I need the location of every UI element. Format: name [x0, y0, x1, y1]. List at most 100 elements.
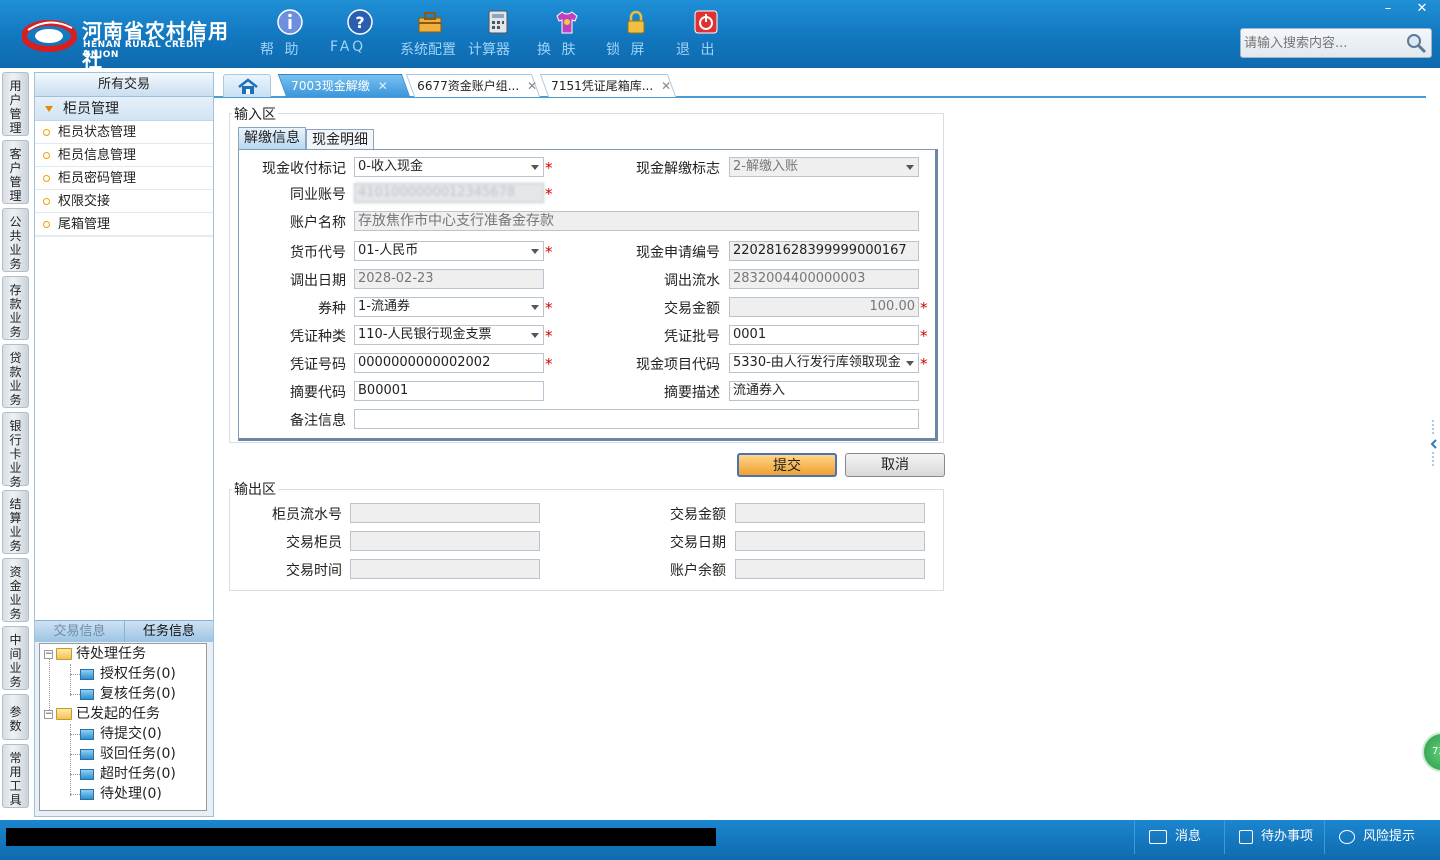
- info-icon: [277, 9, 303, 35]
- close-tab-icon[interactable]: ✕: [527, 79, 537, 93]
- tree-node-todo[interactable]: 待处理(0): [80, 784, 162, 804]
- close-window-button[interactable]: ✕: [1406, 0, 1438, 18]
- collapse-icon[interactable]: −: [44, 649, 53, 659]
- category-public-business[interactable]: 公共业务: [2, 208, 29, 272]
- task-icon: [80, 788, 94, 800]
- minimize-button[interactable]: –: [1372, 0, 1404, 18]
- note-type-select[interactable]: 1-流通券: [354, 297, 544, 317]
- search-icon[interactable]: [1405, 32, 1427, 54]
- tree-node-pending[interactable]: − 待处理任务: [44, 644, 146, 664]
- exit-button[interactable]: 退 出: [676, 8, 736, 58]
- tab-trade-info[interactable]: 交易信息: [35, 621, 124, 642]
- voucher-batch-label: 凭证批号: [664, 329, 720, 345]
- task-icon: [80, 668, 94, 680]
- tab-voucher-tail-box[interactable]: 7151凭证尾箱库... ✕: [539, 74, 677, 97]
- tab-task-info[interactable]: 任务信息: [124, 621, 213, 642]
- tree-node-rejected[interactable]: 驳回任务(0): [80, 744, 176, 764]
- tree-node-auth[interactable]: 授权任务(0): [80, 664, 176, 684]
- tree-line: [70, 734, 80, 735]
- menu-item-teller-status[interactable]: 柜员状态管理: [35, 121, 213, 144]
- balance-label: 账户余额: [670, 563, 726, 579]
- menu-item-label: 柜员密码管理: [58, 171, 137, 186]
- tree-node-to-submit[interactable]: 待提交(0): [80, 724, 162, 744]
- subtab-cash-detail[interactable]: 现金明细: [306, 129, 374, 149]
- calculator-button[interactable]: 计算器: [468, 8, 528, 58]
- apply-no-label: 现金申请编号: [636, 245, 720, 261]
- submit-button[interactable]: 提交: [737, 453, 837, 477]
- category-label: 资金业务: [9, 565, 22, 621]
- category-loan[interactable]: 贷款业务: [2, 344, 29, 408]
- collapse-icon[interactable]: −: [44, 709, 53, 719]
- voucher-type-select[interactable]: 110-人民银行现金支票: [354, 325, 544, 345]
- settle-flag-label: 现金解缴标志: [636, 161, 720, 177]
- category-common-tools[interactable]: 常用工具: [2, 744, 29, 808]
- checkbox-icon: [1239, 829, 1253, 844]
- category-parameters[interactable]: 参数: [2, 694, 29, 740]
- group-teller-management[interactable]: 柜员管理: [35, 97, 213, 121]
- menu-item-teller-info[interactable]: 柜员信息管理: [35, 144, 213, 167]
- category-deposit[interactable]: 存款业务: [2, 276, 29, 340]
- required-mark: *: [545, 243, 553, 261]
- task-icon: [80, 768, 94, 780]
- todo-button[interactable]: 待办事项: [1224, 820, 1324, 854]
- cash-flag-select[interactable]: 0-收入现金: [354, 157, 544, 177]
- logo: 河南省农村信用社 HENAN RURAL CREDIT UNION: [22, 12, 242, 72]
- category-settlement[interactable]: 结算业务: [2, 490, 29, 554]
- input-area-legend: 输入区: [232, 104, 278, 124]
- tab-home[interactable]: [223, 74, 271, 97]
- svg-text:?: ?: [355, 13, 364, 32]
- tab-cash-settlement[interactable]: 7003现金解缴 ✕: [277, 74, 411, 97]
- power-icon: [694, 10, 718, 34]
- settle-flag-select[interactable]: 2-解缴入账: [729, 157, 919, 177]
- search-input[interactable]: [1244, 33, 1404, 53]
- currency-select[interactable]: 01-人民币: [354, 241, 544, 261]
- teller-serial-label: 柜员流水号: [272, 507, 342, 523]
- top-header: 河南省农村信用社 HENAN RURAL CREDIT UNION 帮 助 ? …: [0, 0, 1440, 72]
- menu-item-permission-handover[interactable]: 权限交接: [35, 190, 213, 213]
- bullet-icon: [43, 198, 50, 205]
- required-mark: *: [545, 299, 553, 317]
- close-tab-icon[interactable]: ✕: [661, 79, 671, 93]
- todo-label: 待办事项: [1261, 829, 1314, 844]
- cancel-button[interactable]: 取消: [845, 453, 945, 477]
- summary-desc-field[interactable]: 流通券入: [729, 381, 919, 401]
- category-bar: 用户管理 客户管理 公共业务 存款业务 贷款业务 银行卡业务 结算业务 资金业务…: [0, 68, 32, 820]
- bullet-icon: [43, 221, 50, 228]
- side-panel-toggle[interactable]: [1427, 420, 1440, 468]
- required-mark: *: [920, 327, 928, 345]
- tree-node-label: 授权任务(0): [100, 666, 176, 682]
- task-icon: [80, 728, 94, 740]
- tree-node-timeout[interactable]: 超时任务(0): [80, 764, 176, 784]
- tree-node-review[interactable]: 复核任务(0): [80, 684, 176, 704]
- lock-screen-button[interactable]: 锁 屏: [606, 8, 666, 58]
- info-tabs: 交易信息 任务信息: [35, 620, 213, 642]
- peer-account-field[interactable]: 4101000000012345678: [354, 183, 544, 203]
- category-user-management[interactable]: 用户管理: [2, 72, 29, 136]
- change-skin-button[interactable]: 换 肤: [537, 8, 597, 58]
- close-tab-icon[interactable]: ✕: [378, 79, 388, 93]
- remark-field[interactable]: [354, 409, 919, 429]
- project-code-select[interactable]: 5330-由人行发行库领取现金: [729, 353, 919, 373]
- category-customer-management[interactable]: 客户管理: [2, 140, 29, 204]
- voucher-no-field[interactable]: 0000000000002002: [354, 353, 544, 373]
- messages-button[interactable]: 消息: [1134, 820, 1224, 854]
- tab-fund-account-group[interactable]: 6677资金账户组... ✕: [405, 74, 541, 97]
- summary-code-field[interactable]: B00001: [354, 381, 544, 401]
- category-intermediary[interactable]: 中间业务: [2, 626, 29, 690]
- trade-time-output: [350, 559, 540, 579]
- faq-button[interactable]: ? FAQ: [330, 8, 390, 55]
- subtab-settlement-info[interactable]: 解缴信息: [238, 127, 306, 149]
- help-button[interactable]: 帮 助: [260, 8, 320, 58]
- tree-node-initiated[interactable]: − 已发起的任务: [44, 704, 160, 724]
- risk-alert-button[interactable]: 风险提示: [1324, 820, 1440, 854]
- category-bank-card[interactable]: 银行卡业务: [2, 412, 29, 489]
- menu-item-teller-password[interactable]: 柜员密码管理: [35, 167, 213, 190]
- system-config-label: 系统配置: [400, 42, 456, 58]
- system-config-button[interactable]: 系统配置: [400, 8, 460, 58]
- menu-item-tail-box[interactable]: 尾箱管理: [35, 213, 213, 236]
- tree-node-label: 待处理任务: [76, 646, 146, 662]
- tree-node-label: 复核任务(0): [100, 686, 176, 702]
- category-funds[interactable]: 资金业务: [2, 558, 29, 622]
- expand-arrow-icon: [45, 106, 53, 112]
- voucher-batch-field[interactable]: 0001: [729, 325, 919, 345]
